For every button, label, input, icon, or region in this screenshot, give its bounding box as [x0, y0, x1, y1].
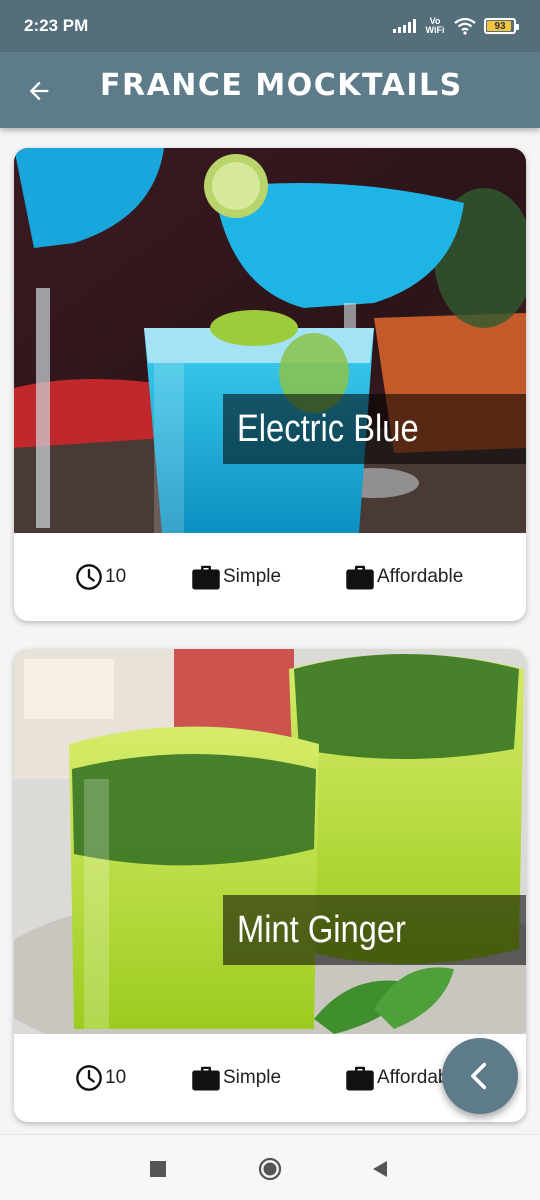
briefcase-icon: [346, 565, 374, 590]
affordability-value: Affordable: [377, 566, 464, 587]
duration: 10: [75, 563, 126, 591]
recents-button[interactable]: [146, 1157, 170, 1181]
fab-back-button[interactable]: [442, 1038, 518, 1114]
triangle-back-icon: [373, 1161, 387, 1177]
duration-value: 10: [105, 566, 127, 587]
briefcase-icon: [346, 1066, 374, 1091]
system-nav-bar: [0, 1134, 540, 1200]
briefcase-icon: [192, 565, 220, 590]
battery-level: 93: [494, 20, 506, 32]
recipe-title-overlay: Mint Ginger: [223, 895, 526, 965]
status-icons: Vo WiFi 93: [393, 16, 519, 35]
complexity: Simple: [191, 1064, 281, 1092]
clock-icon: [76, 1065, 102, 1091]
blue-cocktail-photo: Electric Blue: [14, 148, 526, 533]
recipe-card[interactable]: Electric Blue 10 Simple Affordable: [14, 148, 526, 621]
back-button[interactable]: [22, 74, 56, 108]
complexity-value: Simple: [223, 566, 282, 587]
status-bar: 2:23 PM Vo WiFi 93: [0, 0, 540, 52]
page-title: France Mocktails: [100, 68, 463, 103]
circle-icon: [258, 1157, 282, 1181]
recipe-title-overlay: Electric Blue: [223, 394, 526, 464]
complexity-value: Simple: [223, 1067, 282, 1088]
recipe-list[interactable]: Electric Blue 10 Simple Affordable Mint …: [14, 148, 526, 1150]
duration: 10: [75, 1064, 126, 1092]
square-icon: [150, 1161, 166, 1177]
affordability: Affordable: [345, 563, 463, 591]
clock-icon: [76, 564, 102, 590]
vowifi-icon: Vo WiFi: [425, 16, 445, 35]
arrow-left-icon: [29, 81, 49, 101]
duration-value: 10: [105, 1067, 127, 1088]
status-time: 2:23 PM: [24, 16, 89, 35]
recipe-title: Mint Ginger: [237, 908, 406, 951]
app-bar: France Mocktails: [0, 52, 540, 128]
home-button[interactable]: [258, 1157, 282, 1181]
signal-icon: [393, 19, 416, 33]
mint-lime-drink-photo: Mint Ginger: [14, 649, 526, 1034]
recipe-card[interactable]: Mint Ginger 10 Simple Affordable: [14, 649, 526, 1122]
battery-icon: 93: [484, 18, 519, 34]
recipe-meta: 10 Simple Affordable: [14, 533, 526, 621]
briefcase-icon: [192, 1066, 220, 1091]
recipe-title: Electric Blue: [237, 407, 419, 450]
wifi-icon: [454, 17, 476, 35]
system-back-button[interactable]: [368, 1157, 392, 1181]
complexity: Simple: [191, 563, 281, 591]
chevron-left-icon: [471, 1062, 487, 1090]
